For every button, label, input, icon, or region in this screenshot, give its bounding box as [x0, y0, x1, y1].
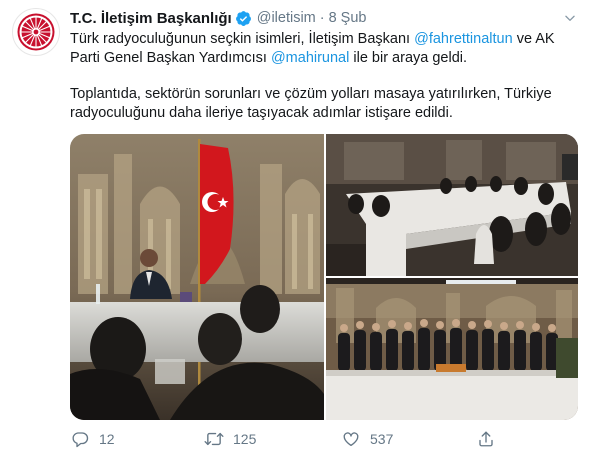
photo-speaker-with-flag[interactable]	[70, 134, 324, 420]
mention-fahrettinaltun[interactable]: @fahrettinaltun	[414, 31, 513, 47]
share-icon	[476, 429, 496, 449]
reply-count: 12	[99, 431, 115, 447]
verified-badge-icon	[235, 10, 252, 27]
like-count: 537	[370, 431, 394, 447]
account-handle[interactable]: @iletisim	[257, 10, 316, 26]
tweet-paragraph-1: Türk radyoculuğunun seçkin isimleri, İle…	[70, 30, 570, 68]
tweet-text: Türk radyoculuğunun seçkin isimleri, İle…	[70, 30, 570, 123]
retweet-count: 125	[233, 431, 257, 447]
text-segment: ile bir araya geldi.	[349, 50, 468, 66]
heart-icon	[341, 429, 361, 449]
chevron-down-icon[interactable]	[561, 9, 579, 27]
text-segment: Türk radyoculuğunun seçkin isimleri, İle…	[70, 31, 415, 47]
tweet-date[interactable]: 8 Şub	[329, 10, 367, 26]
avatar[interactable]	[12, 8, 60, 56]
share-button[interactable]	[476, 428, 496, 450]
reply-button[interactable]: 12	[70, 428, 115, 450]
separator-dot: ·	[319, 10, 325, 26]
retweet-button[interactable]: 125	[204, 428, 256, 450]
tweet-paragraph-2: Toplantıda, sektörün sorunları ve çözüm …	[70, 86, 552, 121]
mention-mahirunal[interactable]: @mahirunal	[271, 50, 349, 66]
retweet-icon	[204, 429, 224, 449]
tweet[interactable]: T.C. İletişim Başkanlığı @iletisim · 8 Ş…	[0, 0, 591, 457]
photo-group[interactable]	[326, 278, 578, 420]
iletisim-logo-icon	[15, 11, 57, 53]
tweet-header: T.C. İletişim Başkanlığı @iletisim · 8 Ş…	[70, 8, 579, 28]
tweet-actions: 12 125 537	[70, 428, 510, 450]
account-name[interactable]: T.C. İletişim Başkanlığı	[70, 10, 232, 27]
like-button[interactable]: 537	[341, 428, 393, 450]
photo-meeting-room[interactable]	[326, 134, 578, 276]
media-grid	[70, 134, 578, 420]
reply-icon	[70, 429, 90, 449]
